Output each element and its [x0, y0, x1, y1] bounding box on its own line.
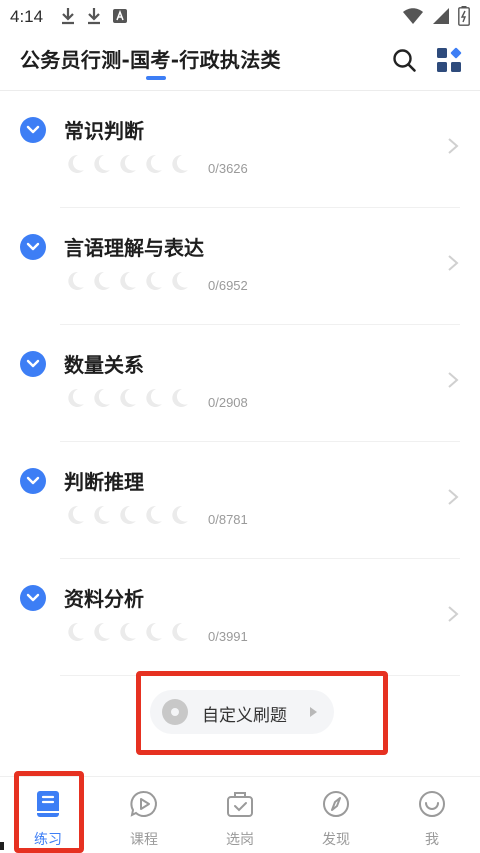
category-name: 资料分析 [64, 587, 144, 611]
tab-label: 发现 [322, 832, 350, 848]
moon-rating-icon [168, 153, 190, 175]
disc-icon [162, 699, 188, 725]
moon-rating-icon [90, 270, 112, 292]
signal-icon [433, 8, 449, 24]
chevron-down-icon [26, 125, 40, 134]
search-icon [393, 49, 416, 72]
tab-label: 选岗 [226, 832, 254, 848]
category-item[interactable]: 常识判断 0/3626 [0, 91, 480, 208]
category-name: 判断推理 [64, 470, 144, 494]
tab-smile[interactable]: 我 [384, 777, 480, 853]
custom-practice-button[interactable]: 自定义刷题 [150, 690, 334, 734]
moon-rating-icon [116, 621, 138, 643]
moon-rating-icon [142, 504, 164, 526]
moon-rating-icon [90, 504, 112, 526]
expand-toggle-button[interactable] [20, 117, 46, 143]
chevron-down-icon [26, 593, 40, 602]
apps-button[interactable] [435, 46, 463, 74]
chevron-right-icon [448, 606, 459, 622]
grid-apps-icon [437, 47, 462, 72]
status-bar: 4:14 [0, 0, 480, 34]
star-rating [64, 504, 190, 526]
star-rating [64, 387, 190, 409]
expand-toggle-button[interactable] [20, 351, 46, 377]
expand-toggle-button[interactable] [20, 234, 46, 260]
play-bubble-icon [129, 789, 159, 819]
category-name: 常识判断 [64, 119, 144, 143]
a-notification-icon [113, 9, 127, 23]
moon-rating-icon [142, 621, 164, 643]
chevron-right-icon [448, 255, 459, 271]
tab-play-bubble[interactable]: 课程 [96, 777, 192, 853]
category-item[interactable]: 判断推理 0/8781 [0, 442, 480, 559]
expand-toggle-button[interactable] [20, 468, 46, 494]
status-notifications [60, 6, 128, 26]
compass-icon [321, 789, 351, 819]
moon-rating-icon [90, 153, 112, 175]
category-list: 常识判断 0/3626 言语理解与表达 0/6952 数量关系 0/2908 判断推理 0/8… [0, 91, 480, 676]
category-item[interactable]: 言语理解与表达 0/6952 [0, 208, 480, 325]
chevron-down-icon [26, 242, 40, 251]
moon-rating-icon [168, 621, 190, 643]
category-item[interactable]: 资料分析 0/3991 [0, 559, 480, 676]
category-name: 数量关系 [64, 353, 144, 377]
category-progress: 0/2908 [208, 395, 248, 410]
moon-rating-icon [116, 387, 138, 409]
highlight-box [14, 771, 84, 853]
moon-rating-icon [142, 387, 164, 409]
battery-charging-icon [458, 6, 470, 26]
tab-label: 课程 [130, 832, 158, 848]
moon-rating-icon [116, 270, 138, 292]
chevron-down-icon [26, 476, 40, 485]
category-item[interactable]: 数量关系 0/2908 [0, 325, 480, 442]
chevron-right-icon [448, 372, 459, 388]
category-progress: 0/3626 [208, 161, 248, 176]
star-rating [64, 270, 190, 292]
briefcase-check-icon [225, 789, 255, 819]
tab-compass[interactable]: 发现 [288, 777, 384, 853]
title-indicator [146, 76, 166, 80]
category-name: 言语理解与表达 [64, 236, 204, 260]
search-button[interactable] [390, 46, 418, 74]
expand-toggle-button[interactable] [20, 585, 46, 611]
download-icon [88, 8, 100, 25]
download-icon [62, 8, 74, 25]
wifi-icon [403, 8, 423, 24]
edge-mark [0, 842, 4, 850]
moon-rating-icon [116, 504, 138, 526]
moon-rating-icon [64, 621, 86, 643]
moon-rating-icon [64, 153, 86, 175]
category-progress: 0/3991 [208, 629, 248, 644]
moon-rating-icon [90, 621, 112, 643]
chevron-right-icon [448, 489, 459, 505]
moon-rating-icon [64, 270, 86, 292]
moon-rating-icon [142, 270, 164, 292]
moon-rating-icon [64, 387, 86, 409]
moon-rating-icon [64, 504, 86, 526]
moon-rating-icon [168, 504, 190, 526]
app-header: 公务员行测-国考-行政执法类 [0, 34, 480, 90]
moon-rating-icon [116, 153, 138, 175]
status-system-icons [402, 6, 470, 26]
star-rating [64, 153, 190, 175]
custom-practice-label: 自定义刷题 [202, 706, 287, 726]
tab-label: 我 [425, 832, 439, 848]
page-title[interactable]: 公务员行测-国考-行政执法类 [20, 44, 281, 73]
play-arrow-icon [310, 707, 317, 717]
moon-rating-icon [142, 153, 164, 175]
chevron-down-icon [26, 359, 40, 368]
tab-briefcase-check[interactable]: 选岗 [192, 777, 288, 853]
category-progress: 0/8781 [208, 512, 248, 527]
smile-icon [417, 789, 447, 819]
moon-rating-icon [168, 270, 190, 292]
chevron-right-icon [448, 138, 459, 154]
star-rating [64, 621, 190, 643]
moon-rating-icon [90, 387, 112, 409]
category-progress: 0/6952 [208, 278, 248, 293]
status-time: 4:14 [10, 7, 44, 26]
moon-rating-icon [168, 387, 190, 409]
